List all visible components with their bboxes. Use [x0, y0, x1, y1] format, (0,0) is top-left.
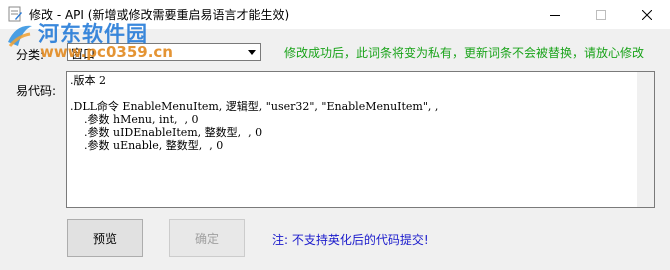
maximize-button[interactable] [578, 0, 624, 29]
category-select[interactable]: 窗口 [67, 43, 261, 61]
code-line: .版本 2 [70, 74, 106, 87]
close-icon [642, 9, 652, 20]
code-line: .参数 uIDEnableItem, 整数型, , 0 [70, 126, 263, 139]
code-line: .DLL命令 EnableMenuItem, 逻辑型, "user32", "E… [70, 100, 439, 113]
notice-text: 修改成功后，此词条将变为私有，更新词条不会被替换，请放心修改 [284, 46, 645, 60]
code-editor[interactable]: .版本 2 .DLL命令 EnableMenuItem, 逻辑型, "user3… [66, 71, 655, 208]
category-value: 窗口 [71, 47, 96, 61]
chevron-down-icon[interactable] [244, 44, 260, 60]
title-bar[interactable]: 修改 - API (新增或修改需要重启易语言才能生效) [0, 0, 670, 29]
window-title: 修改 - API (新增或修改需要重启易语言才能生效) [29, 8, 290, 22]
maximize-icon [596, 9, 606, 20]
vertical-scrollbar[interactable] [637, 72, 654, 207]
code-label: 易代码: [16, 84, 57, 98]
category-label: 分类: [16, 48, 45, 62]
app-icon [7, 6, 23, 22]
code-line: .参数 hMenu, int, , 0 [70, 113, 199, 126]
confirm-button[interactable]: 确定 [169, 219, 245, 257]
footnote-text: 注: 不支持英化后的代码提交! [272, 233, 429, 247]
minimize-icon [550, 14, 560, 16]
minimize-button[interactable] [532, 0, 578, 29]
code-line: .参数 uEnable, 整数型, , 0 [70, 139, 224, 152]
preview-button[interactable]: 预览 [67, 219, 143, 257]
close-button[interactable] [624, 0, 670, 29]
